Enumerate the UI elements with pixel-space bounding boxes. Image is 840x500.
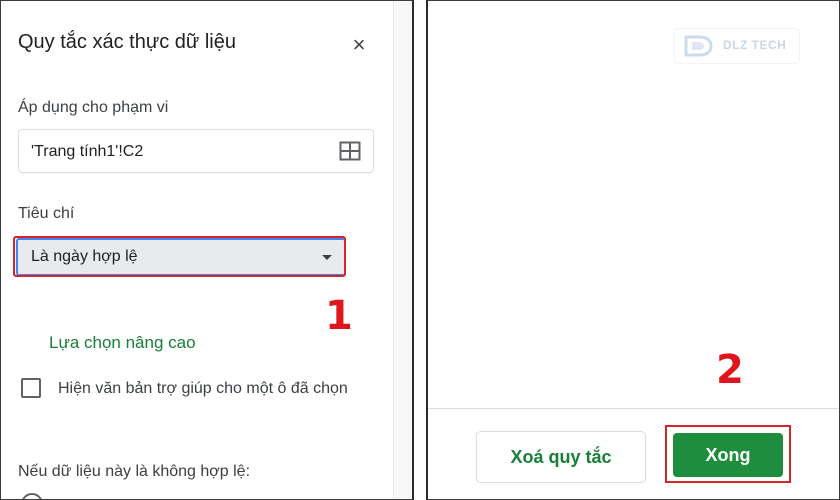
annotation-step-one: 1	[325, 293, 353, 339]
invalid-data-label: Nếu dữ liệu này là không hợp lệ:	[18, 463, 251, 480]
logo-mark-icon	[684, 35, 713, 57]
data-validation-sidebar: Quy tắc xác thực dữ liệu × Áp dụng cho p…	[0, 0, 414, 500]
footer-divider	[428, 408, 839, 409]
done-button[interactable]: Xong	[673, 433, 783, 477]
annotation-highlight-criteria	[13, 236, 346, 277]
advanced-options-link[interactable]: Lựa chọn nâng cao	[49, 333, 196, 353]
sidebar-footer-view: DLZ TECH 2 Xoá quy tắc Xong	[426, 0, 840, 500]
watermark-text: DLZ TECH	[723, 38, 787, 52]
range-value: 'Trang tính1'!C2	[31, 143, 144, 160]
help-text-checkbox[interactable]	[21, 378, 41, 398]
sidebar-title: Quy tắc xác thực dữ liệu	[18, 31, 236, 53]
grid-icon[interactable]	[339, 141, 361, 161]
apply-range-label: Áp dụng cho phạm vi	[18, 99, 169, 116]
invalid-data-radio[interactable]	[21, 493, 43, 499]
watermark-logo: DLZ TECH	[674, 28, 800, 64]
remove-rule-button[interactable]: Xoá quy tắc	[476, 431, 646, 483]
help-text-checkbox-label: Hiện văn bản trợ giúp cho một ô đã chọn	[58, 380, 348, 397]
range-input[interactable]: 'Trang tính1'!C2	[18, 129, 374, 173]
sidebar-scrollbar[interactable]	[393, 1, 412, 499]
sidebar-header: Quy tắc xác thực dữ liệu ×	[1, 1, 393, 81]
annotation-step-two: 2	[716, 347, 744, 393]
close-icon[interactable]: ×	[345, 31, 373, 59]
criteria-label: Tiêu chí	[18, 205, 75, 222]
